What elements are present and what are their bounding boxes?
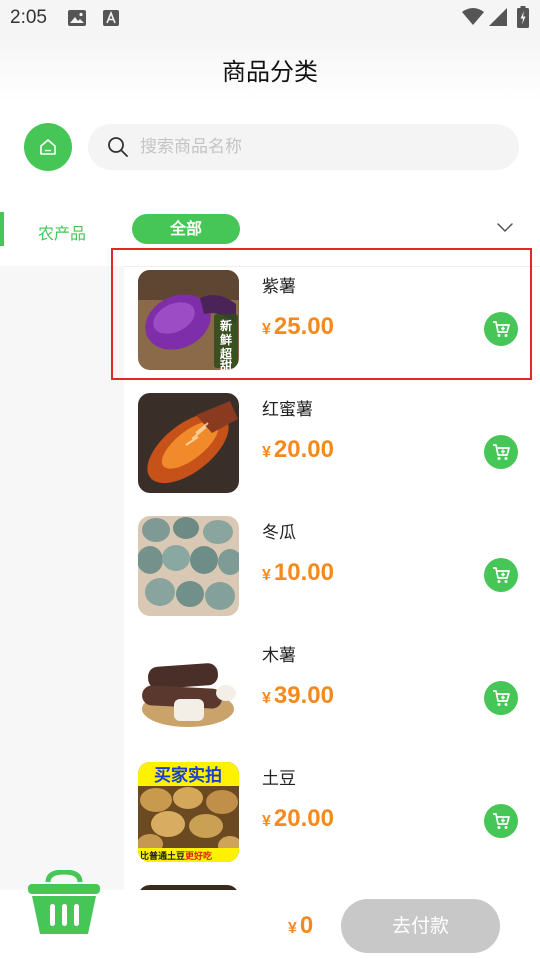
product-name: 木薯 [262,646,296,666]
total-value: 0 [299,912,314,939]
sidebar-item-label: 农产品 [37,224,86,243]
add-to-cart-button[interactable] [484,681,518,715]
cart-icon [493,690,510,706]
red-sweet-potato-image[interactable] [138,393,239,493]
product-price: ¥20.00 [262,436,334,464]
status-time: 2:05 [10,7,47,28]
image-icon [68,10,86,26]
home-button[interactable] [24,123,72,171]
svg-text:比普通土豆更好吃: 比普通土豆更好吃 [140,850,212,862]
a-icon [103,10,119,26]
signal-icon [489,8,507,26]
product-item[interactable]: 木薯 ¥39.00 [124,625,540,747]
product-price: ¥10.00 [262,559,334,587]
status-bar: 2:05 [0,0,540,36]
currency-symbol: ¥ [262,813,271,830]
winter-melon-image[interactable] [138,516,239,616]
price-value: 39.00 [273,682,334,709]
header: 商品分类 [0,36,540,102]
cassava-image[interactable] [138,639,239,739]
product-item[interactable]: 冬瓜 ¥10.00 [124,502,540,624]
add-to-cart-button[interactable] [484,804,518,838]
price-value: 10.00 [273,559,334,586]
image-caption-text: 比普通土豆 [140,850,185,862]
cart-icon [493,813,510,829]
product-item[interactable]: 买家实拍 比普通土豆更好吃 土豆 ¥20.00 [124,748,540,870]
cart-total: ¥0 [288,912,313,940]
currency-symbol: ¥ [262,690,271,707]
price-value: 20.00 [273,805,334,832]
search-box[interactable] [88,124,519,170]
product-price: ¥20.00 [262,805,334,833]
add-to-cart-button[interactable] [484,435,518,469]
checkout-button[interactable]: 去付款 [341,899,500,953]
sidebar-item-agricultural-products[interactable]: 农产品 [0,194,124,266]
wifi-icon [462,8,484,25]
product-name: 红蜜薯 [262,400,313,420]
product-name: 冬瓜 [262,523,296,543]
selection-highlight [111,248,532,380]
search-input[interactable] [140,124,500,170]
category-sidebar: 农产品 [0,194,124,894]
product-name: 土豆 [262,769,296,789]
page-title: 商品分类 [222,58,318,86]
product-item-partial[interactable] [124,871,540,890]
add-to-cart-button[interactable] [484,558,518,592]
currency-symbol: ¥ [262,444,271,461]
currency-symbol: ¥ [288,920,297,937]
shopping-basket-icon[interactable] [26,870,102,936]
chevron-down-icon[interactable] [495,222,515,234]
potato-image[interactable]: 买家实拍 比普通土豆更好吃 [138,762,239,862]
product-price: ¥39.00 [262,682,334,710]
search-icon [108,137,128,157]
image-banner-text: 买家实拍 [154,765,222,786]
cart-icon [493,567,510,583]
product-item[interactable]: 红蜜薯 ¥20.00 [124,379,540,501]
price-value: 20.00 [273,436,334,463]
currency-symbol: ¥ [262,567,271,584]
home-icon [40,139,56,155]
image-caption-highlight: 更好吃 [185,850,212,862]
tab-all[interactable]: 全部 [132,214,240,244]
cart-icon [493,444,510,460]
battery-icon [517,6,529,28]
